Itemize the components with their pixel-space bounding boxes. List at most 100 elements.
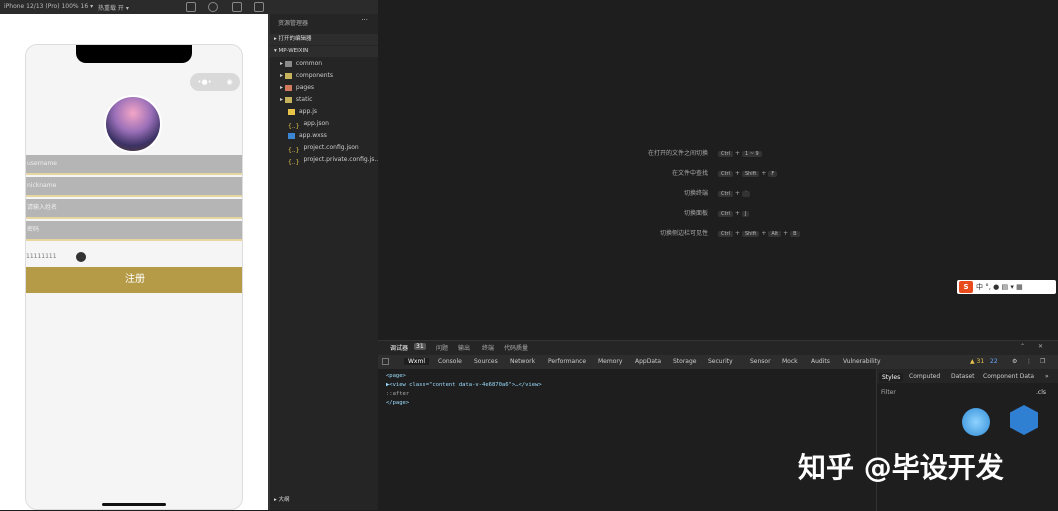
tab-mock[interactable]: Mock xyxy=(782,358,798,365)
cls-toggle[interactable]: .cls xyxy=(1036,389,1046,396)
shortcut-label: 在打开的文件之间切换 xyxy=(647,150,708,157)
tree-item-label: project.config.json xyxy=(303,144,359,151)
tab-issues[interactable]: 问题 xyxy=(436,343,448,352)
name-field[interactable]: 请输入姓名 xyxy=(26,199,242,219)
miniprogram-capsule[interactable]: •●• ◉ xyxy=(190,73,240,91)
info-count[interactable]: 22 xyxy=(990,358,998,365)
warning-count[interactable]: ▲ 31 xyxy=(970,358,984,365)
tab-styles[interactable]: Styles xyxy=(879,373,904,382)
tree-item-static[interactable]: ▸ static xyxy=(270,94,378,105)
tree-item-app-js[interactable]: app.js xyxy=(270,106,378,117)
key-plus: + xyxy=(734,230,740,237)
device-selector[interactable]: iPhone 12/13 (Pro) 100% 16 ▾ xyxy=(4,3,93,10)
code-line[interactable]: <page> xyxy=(386,373,406,379)
json-file-icon: {..} xyxy=(288,122,300,130)
key: F xyxy=(768,171,778,177)
code-line[interactable]: ▶<view class="content data-v-4e6870a6">…… xyxy=(386,382,542,388)
gear-icon[interactable]: ⚙ xyxy=(1012,358,1017,365)
more-icon[interactable]: •●• xyxy=(197,78,211,86)
key: Alt xyxy=(768,231,782,237)
tree-item-pages[interactable]: ▸ pages xyxy=(270,82,378,93)
key: Ctrl xyxy=(718,231,733,237)
tab-terminal[interactable]: 终端 xyxy=(482,343,494,352)
phone-notch xyxy=(76,45,192,63)
key: Ctrl xyxy=(718,151,733,157)
key: Shift xyxy=(741,171,760,177)
sogou-logo[interactable]: S xyxy=(959,281,973,293)
hot-reload-toggle[interactable]: 热重载 开 ▾ xyxy=(98,3,129,12)
password-field[interactable]: 密码 xyxy=(26,221,242,241)
ime-status[interactable]: 中 °, ● ▤ ▾ ▦ xyxy=(976,282,1023,292)
tab-sources[interactable]: Sources xyxy=(474,358,498,365)
tree-item-label: static xyxy=(295,96,313,103)
code-line[interactable]: </page> xyxy=(386,400,409,406)
tree-item-project-config[interactable]: {..} project.config.json xyxy=(270,142,378,154)
nickname-field[interactable]: nickname xyxy=(26,177,242,197)
devtools-top-tabs: 调试器 31 问题 输出 终端 代码质量 ⌃ ✕ xyxy=(378,341,1058,353)
tab-computed[interactable]: Computed xyxy=(909,373,940,380)
phone-icon[interactable] xyxy=(232,2,242,12)
tab-debugger[interactable]: 调试器 xyxy=(390,343,408,352)
editor-area: 在打开的文件之间切换 Ctrl +1 ~ 9 在文件中查找 Ctrl + Shift + F … xyxy=(378,0,1058,340)
key-plus: + xyxy=(783,230,789,237)
tab-performance[interactable]: Performance xyxy=(548,358,586,365)
shortcut-hint: 切换面板 Ctrl + J xyxy=(598,208,751,217)
outline-section[interactable]: ▸ 大纲 xyxy=(270,495,378,506)
dock-icon[interactable]: ❐ xyxy=(1040,358,1045,365)
explorer-title: 资源管理器 xyxy=(278,20,309,27)
tab-storage[interactable]: Storage xyxy=(673,358,696,365)
avatar[interactable] xyxy=(104,95,162,153)
key: Ctrl xyxy=(718,171,733,177)
tree-item-app-json[interactable]: {..} app.json xyxy=(270,118,378,130)
window-icon[interactable] xyxy=(254,2,264,12)
ime-toolbar[interactable]: S 中 °, ● ▤ ▾ ▦ xyxy=(957,280,1056,294)
close-circle-icon[interactable]: ◉ xyxy=(227,78,233,86)
toggle-icon[interactable] xyxy=(76,252,86,262)
floating-ball-icon[interactable] xyxy=(962,408,990,436)
tab-component-data[interactable]: Component Data xyxy=(983,373,1034,380)
key-plus: + xyxy=(761,230,767,237)
tree-item-label: app.wxss xyxy=(299,132,327,139)
code-line[interactable]: ::after xyxy=(386,391,409,397)
tree-item-components[interactable]: ▸ components xyxy=(270,70,378,81)
tab-dataset[interactable]: Dataset xyxy=(951,373,975,380)
key: Shift xyxy=(741,231,760,237)
tab-vulnerability[interactable]: Vulnerability xyxy=(843,358,881,365)
project-section[interactable]: ▾ MP-WEIXIN xyxy=(270,46,378,57)
tab-memory[interactable]: Memory xyxy=(598,358,622,365)
folder-icon xyxy=(284,60,292,67)
tab-network[interactable]: Network xyxy=(510,358,535,365)
tab-wxml[interactable]: Wxml xyxy=(404,358,429,365)
key: Ctrl xyxy=(718,211,733,217)
tab-code-quality[interactable]: 代码质量 xyxy=(504,343,528,352)
shortcut-hint: 在打开的文件之间切换 Ctrl +1 ~ 9 xyxy=(598,148,764,157)
register-button[interactable]: 注册 xyxy=(26,267,242,293)
open-editors-section[interactable]: ▸ 打开的编辑器 xyxy=(270,34,378,45)
tree-item-app-wxss[interactable]: app.wxss xyxy=(270,130,378,141)
debugger-count-badge: 31 xyxy=(414,343,426,350)
tab-sensor[interactable]: Sensor xyxy=(750,358,771,365)
filter-input[interactable]: Filter xyxy=(881,389,896,396)
tree-item-project-private-config[interactable]: {..} project.private.config.js... xyxy=(270,154,381,166)
tree-item-label: app.js xyxy=(299,108,317,115)
compile-icon[interactable] xyxy=(186,2,196,12)
tree-item-common[interactable]: ▸ common xyxy=(270,58,378,69)
record-icon[interactable] xyxy=(208,2,218,12)
inspect-icon[interactable] xyxy=(382,358,389,365)
key: Ctrl xyxy=(718,191,733,197)
tab-audits[interactable]: Audits xyxy=(811,358,830,365)
tab-output[interactable]: 输出 xyxy=(458,343,470,352)
chevron-up-icon[interactable]: ⌃ xyxy=(1020,343,1025,350)
tab-security[interactable]: Security xyxy=(708,358,733,365)
tab-console[interactable]: Console xyxy=(438,358,462,365)
tree-item-label: components xyxy=(295,72,333,79)
more-icon[interactable]: ··· xyxy=(361,16,368,24)
password-confirm-row[interactable]: 11111111 xyxy=(26,247,242,267)
tab-appdata[interactable]: AppData xyxy=(635,358,661,365)
tree-item-label: project.private.config.js... xyxy=(303,156,381,163)
close-icon[interactable]: ✕ xyxy=(1038,343,1043,350)
kebab-icon[interactable]: ⋮ xyxy=(1026,358,1032,365)
css-file-icon xyxy=(288,132,295,139)
username-field[interactable]: username xyxy=(26,155,242,175)
more-tabs-icon[interactable]: » xyxy=(1045,373,1049,380)
